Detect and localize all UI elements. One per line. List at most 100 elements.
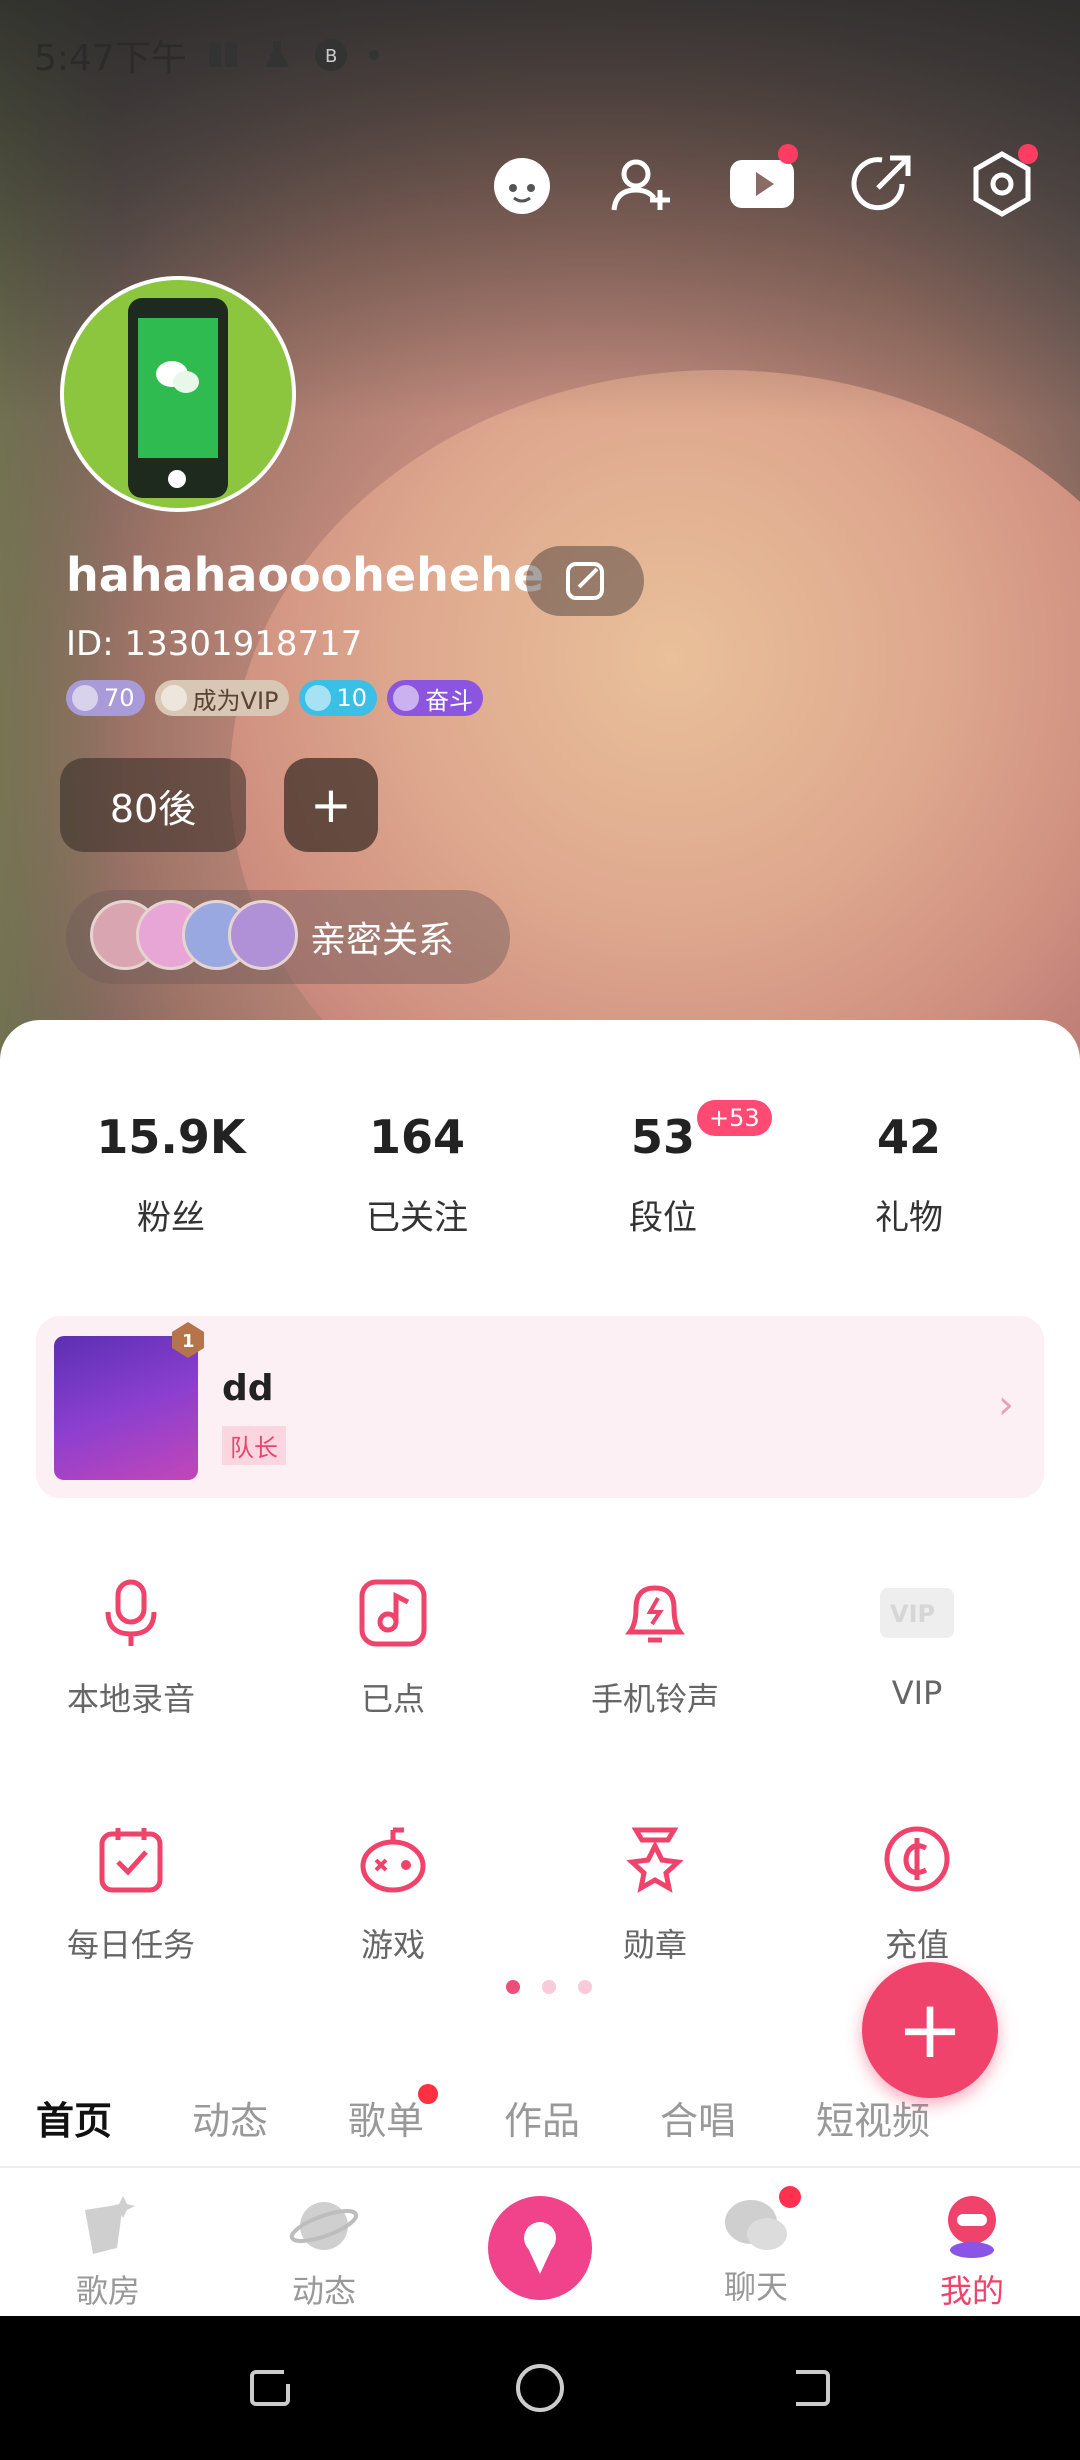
feature-ordered[interactable]: 已点 [262, 1540, 524, 1786]
feature-games[interactable]: 游戏 [262, 1786, 524, 2032]
nav-song-room[interactable]: 歌房 [8, 2168, 208, 2312]
status-time: 5:47下午 [34, 38, 187, 79]
stat-label: 粉丝 [137, 1198, 205, 1238]
intimacy-label: 亲密关系 [310, 920, 455, 961]
chat-logo-icon [156, 361, 199, 393]
system-navigation-bar [0, 2316, 1080, 2460]
share-button[interactable] [848, 150, 916, 218]
home-icon[interactable] [514, 2362, 566, 2414]
microphone-icon [524, 2222, 556, 2274]
settings-button[interactable] [968, 144, 1038, 218]
tab-short-videos[interactable]: 短视频 [816, 2090, 930, 2145]
feature-label: 手机铃声 [590, 1680, 719, 1718]
stat-value: 164 [368, 1110, 466, 1164]
app-notification-icon [208, 43, 237, 67]
tab-moments[interactable]: 动态 [192, 2090, 268, 2145]
nav-me[interactable]: 我的 [872, 2168, 1072, 2312]
nav-label: 聊天 [723, 2268, 788, 2306]
stat-value: 53 +53 [631, 1100, 772, 1164]
tab-works[interactable]: 作品 [504, 2090, 580, 2145]
nav-moments[interactable]: 动态 [224, 2168, 424, 2312]
intimacy-avatars [90, 900, 320, 974]
tab-home[interactable]: 首页 [36, 2090, 112, 2145]
profile-tag[interactable]: 80後 [60, 758, 246, 852]
chat-icon-wrap [721, 2186, 801, 2260]
feature-grid: 本地录音 已点 手机铃声 VIP VIP 每日任务 游戏 勋章 充值 [0, 1540, 1080, 2032]
feature-vip[interactable]: VIP VIP [786, 1540, 1048, 1786]
microphone-icon [105, 1579, 157, 1646]
tab-playlists[interactable]: 歌单 [348, 2084, 439, 2145]
stat-gifts[interactable]: 42 礼物 [786, 1110, 1032, 1239]
video-button[interactable] [728, 144, 798, 218]
feature-medals[interactable]: 勋章 [524, 1786, 786, 2032]
karaoke-record-button[interactable] [488, 2196, 592, 2300]
feature-label: 本地录音 [66, 1680, 195, 1718]
stat-rank[interactable]: 53 +53 段位 [540, 1100, 786, 1239]
tab-duets[interactable]: 合唱 [660, 2090, 736, 2145]
avatar-image [128, 298, 228, 498]
stat-fans[interactable]: 15.9K 粉丝 [48, 1110, 294, 1239]
page-dot [506, 1980, 520, 1994]
add-tag-button[interactable]: + [284, 758, 378, 852]
team-card[interactable]: 1 dd 队长 › [36, 1316, 1044, 1498]
stat-value: 15.9K [96, 1110, 246, 1164]
stat-label: 礼物 [875, 1198, 943, 1238]
profile-stats: 15.9K 粉丝 164 已关注 53 +53 段位 42 礼物 [0, 1100, 1080, 1239]
more-notifications-dot-icon [368, 50, 379, 60]
profile-tabs: 首页 动态 歌单 作品 合唱 短视频 [0, 2084, 1080, 2166]
stat-following[interactable]: 164 已关注 [294, 1110, 540, 1239]
svg-text:VIP: VIP [890, 1600, 935, 1628]
bell-icon [625, 1585, 685, 1643]
nav-label: 动态 [291, 2272, 356, 2310]
gem-badge[interactable]: 10 [298, 680, 378, 716]
bottom-navigation: 歌房 动态 聊天 我的 [0, 2166, 1080, 2316]
profile-username: hahahaooohehehe [66, 548, 545, 602]
game-icon [360, 1827, 426, 1893]
profile-id: ID: 13301918717 [66, 624, 363, 664]
rank-delta-badge: +53 [696, 1100, 772, 1136]
profile-avatar[interactable] [60, 276, 296, 512]
share-icon [851, 155, 911, 211]
status-bar: 5:47下午 B [34, 30, 381, 80]
gem-icon [304, 685, 331, 711]
nav-label: 歌房 [75, 2272, 140, 2310]
notification-dot [779, 2186, 801, 2208]
edit-profile-button[interactable] [526, 546, 644, 616]
add-user-icon [611, 159, 670, 211]
intimacy-relations-button[interactable]: 亲密关系 [66, 890, 510, 984]
chevron-right-icon: › [998, 1382, 1014, 1428]
feature-label: 已点 [360, 1680, 425, 1718]
page-dot [578, 1980, 592, 1994]
stat-label: 已关注 [366, 1198, 468, 1238]
recent-apps-icon[interactable] [244, 2362, 296, 2414]
music-note-icon [359, 1579, 427, 1647]
bilibili-icon: B [314, 39, 347, 71]
nav-label: 我的 [939, 2272, 1004, 2310]
back-icon[interactable] [784, 2362, 836, 2414]
tab-label: 歌单 [348, 2099, 425, 2143]
add-friend-button[interactable] [608, 150, 676, 218]
team-name: dd [222, 1368, 274, 1409]
flask-icon [264, 41, 289, 67]
notification-dot [778, 144, 798, 164]
feature-ringtone[interactable]: 手机铃声 [524, 1540, 786, 1786]
avatar-face-button[interactable] [488, 150, 556, 218]
feature-local-recording[interactable]: 本地录音 [0, 1540, 262, 1786]
team-role: 队长 [222, 1426, 286, 1465]
profile-mascot-icon [948, 2196, 996, 2258]
feature-label: 勋章 [622, 1926, 687, 1964]
nav-chat[interactable]: 聊天 [656, 2168, 856, 2308]
rank-badge[interactable]: 奋斗 [387, 680, 484, 716]
profile-top-actions [488, 144, 1038, 218]
notification-dot [1018, 144, 1038, 164]
stat-label: 段位 [629, 1198, 697, 1238]
coin-icon [884, 1826, 950, 1892]
create-post-button[interactable]: + [862, 1962, 998, 2098]
vip-badge[interactable]: 成为VIP [154, 680, 289, 716]
feature-daily-tasks[interactable]: 每日任务 [0, 1786, 262, 2032]
level-badge[interactable]: 70 [66, 680, 145, 716]
rank-medal-icon: 1 [172, 1322, 204, 1358]
edit-icon [566, 562, 604, 600]
feature-label: 游戏 [360, 1926, 425, 1964]
svg-text:B: B [325, 46, 337, 67]
